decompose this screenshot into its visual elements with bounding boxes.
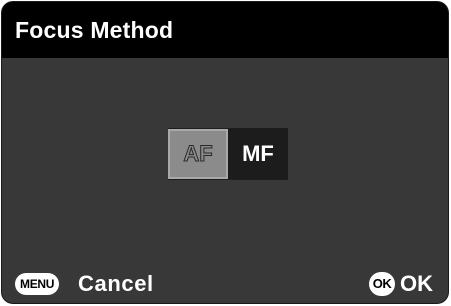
ok-button-icon[interactable]: OK [369, 272, 395, 296]
menu-button-icon[interactable]: MENU [15, 273, 60, 295]
page-title: Focus Method [15, 17, 174, 43]
option-mf[interactable]: MF [228, 129, 288, 179]
footer-bar: MENU Cancel OK OK [2, 265, 448, 303]
focus-method-screen: Focus Method AF MF MENU Cancel OK OK [1, 1, 449, 304]
cancel-label: Cancel [78, 271, 154, 296]
focus-method-selector: AF MF [168, 128, 288, 180]
header-bar: Focus Method [2, 2, 448, 58]
option-af[interactable]: AF [168, 129, 228, 179]
ok-label: OK [400, 271, 433, 296]
selector-bottom-divider [168, 179, 288, 180]
